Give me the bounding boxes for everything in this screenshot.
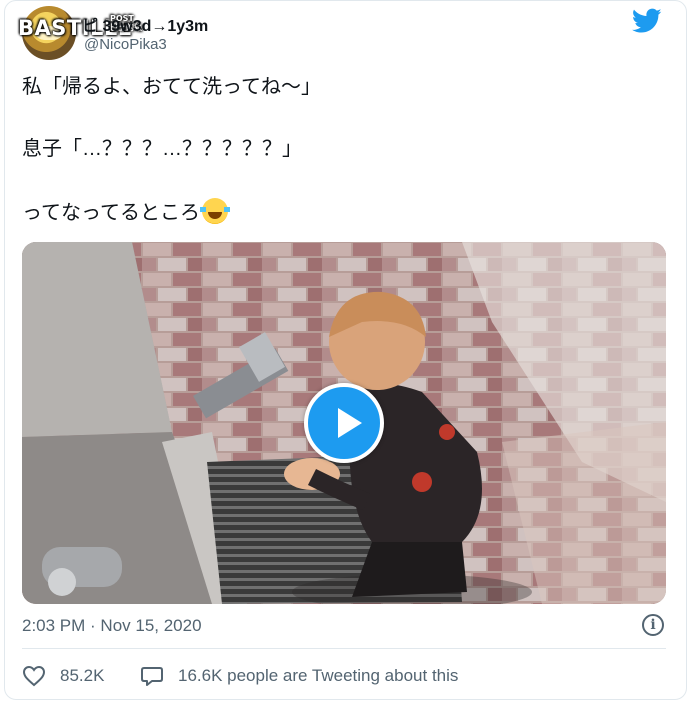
tweet-header: BASTILLE POST 巴士的報 ピ 39w3d→1y3m @NicoPik…: [18, 6, 672, 60]
face-with-tears-of-joy-icon: [200, 198, 230, 224]
play-button[interactable]: [304, 383, 384, 463]
like-button[interactable]: 85.2K: [22, 664, 104, 688]
tweet-line-1: 私「帰るよ、おてて洗ってね〜」: [22, 76, 321, 98]
tweet-actions: 85.2K 16.6K people are Tweeting about th…: [22, 664, 672, 692]
divider: [22, 648, 666, 649]
speech-bubble-icon: [141, 667, 163, 686]
twitter-bird-icon[interactable]: [632, 8, 662, 34]
tweet-timestamp[interactable]: 2:03 PM · Nov 15, 2020: [22, 616, 202, 636]
tweet-line-3-text: ってなってるところ: [22, 202, 200, 224]
heart-icon: [22, 665, 46, 687]
tweet-line-3: ってなってるところ: [22, 198, 230, 226]
conversation-text: 16.6K people are Tweeting about this: [178, 666, 459, 685]
like-count: 85.2K: [60, 666, 105, 685]
info-icon[interactable]: i: [642, 614, 664, 636]
display-name[interactable]: ピ 39w3d→1y3m: [82, 12, 208, 36]
conversation-button[interactable]: 16.6K people are Tweeting about this: [140, 664, 458, 688]
tweet-line-2: 息子「…？？？…？？？？？」: [22, 138, 302, 160]
play-icon: [338, 408, 362, 438]
video-thumbnail[interactable]: [22, 242, 666, 604]
user-handle[interactable]: @NicoPika3: [84, 36, 167, 53]
